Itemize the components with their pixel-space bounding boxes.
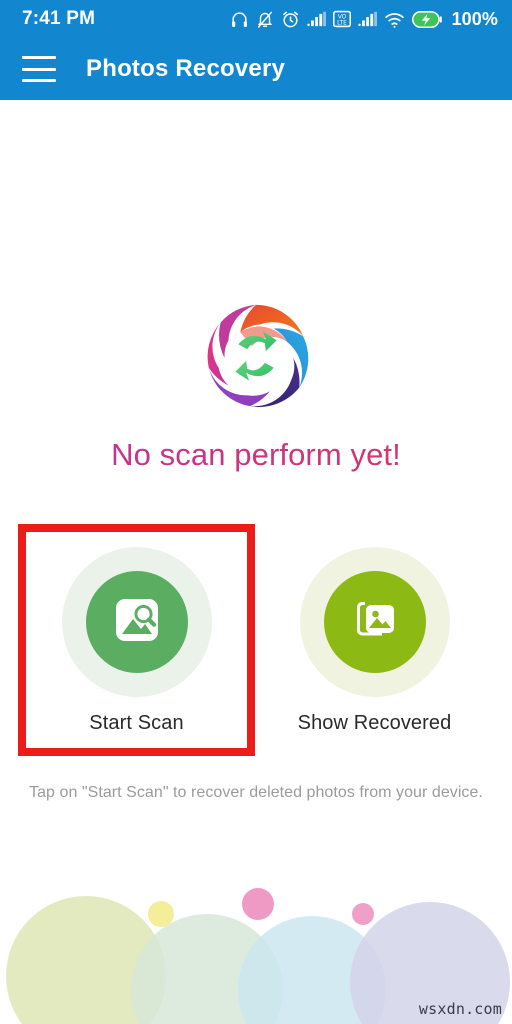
battery-charging-icon xyxy=(411,10,442,28)
volte-icon: VO LTE xyxy=(332,10,351,28)
app-bar: Photos Recovery xyxy=(0,38,512,100)
decor-circle-3 xyxy=(238,916,386,1024)
start-scan-button[interactable]: Start Scan xyxy=(18,524,255,756)
status-icons: VO LTE 100% xyxy=(230,9,498,30)
page-title: Photos Recovery xyxy=(86,55,286,82)
bell-muted-icon xyxy=(256,10,274,29)
status-clock: 7:41 PM xyxy=(22,8,96,29)
no-scan-headline: No scan perform yet! xyxy=(0,437,512,473)
svg-text:LTE: LTE xyxy=(337,20,347,27)
show-recovered-halo xyxy=(299,547,450,697)
show-recovered-button[interactable]: Show Recovered xyxy=(256,524,493,756)
alarm-clock-icon xyxy=(281,10,300,29)
start-scan-halo xyxy=(61,547,212,697)
bottom-decoration: wsxdn.com xyxy=(0,864,512,1024)
signal-bars-icon xyxy=(306,11,326,27)
start-scan-label: Start Scan xyxy=(89,712,184,734)
image-search-icon xyxy=(111,594,163,651)
decor-circle-4 xyxy=(350,902,510,1024)
status-bar: 7:41 PM VO LTE 100% xyxy=(0,0,512,38)
photos-recovery-logo xyxy=(0,297,512,415)
app-screen: 7:41 PM VO LTE 100% Photos Recovery No s… xyxy=(0,0,512,1024)
battery-percent-label: 100% xyxy=(451,8,498,29)
hint-text: Tap on "Start Scan" to recover deleted p… xyxy=(29,784,483,801)
signal-bars-2-icon xyxy=(357,11,377,27)
hamburger-menu-icon[interactable] xyxy=(22,56,56,82)
show-recovered-circle xyxy=(323,571,426,673)
start-scan-circle xyxy=(85,571,188,673)
wifi-icon xyxy=(384,11,405,28)
decor-dot-2 xyxy=(242,888,274,920)
decor-circle-1 xyxy=(6,896,166,1024)
decor-dot-1 xyxy=(148,901,174,927)
show-recovered-label: Show Recovered xyxy=(297,712,452,734)
decor-dot-3 xyxy=(352,903,374,925)
decor-circle-2 xyxy=(131,914,283,1024)
watermark: wsxdn.com xyxy=(418,1000,502,1018)
stacked-photos-icon xyxy=(349,594,401,651)
headphones-icon xyxy=(230,10,249,29)
action-row: Start Scan Show Recovered xyxy=(0,524,512,756)
